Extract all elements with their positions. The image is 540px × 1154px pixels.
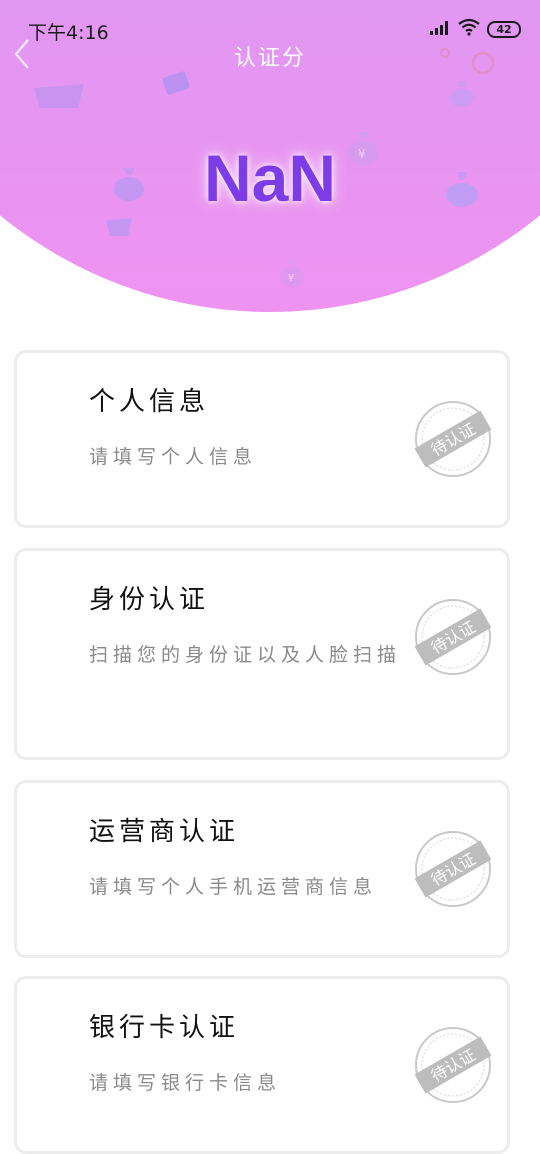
pending-stamp-icon: 待认证 <box>414 1027 492 1103</box>
header: ¥ ¥ 下午4:16 42 认证分 NaN <box>0 0 540 320</box>
svg-text:¥: ¥ <box>288 273 294 284</box>
card-description: 扫描您的身份证以及人脸扫描 <box>89 644 402 666</box>
stamp-label: 待认证 <box>428 419 479 459</box>
card-description: 请填写个人信息 <box>89 446 258 468</box>
card-description: 请填写个人手机运营商信息 <box>89 876 378 898</box>
credit-score: NaN <box>203 141 337 215</box>
signal-icon <box>430 21 448 35</box>
card-title: 个人信息 <box>89 387 210 417</box>
wifi-icon <box>458 18 480 36</box>
card-title: 运营商认证 <box>89 817 240 847</box>
wallet-icon <box>106 218 132 236</box>
page-title: 认证分 <box>233 46 306 71</box>
card-icon <box>162 71 190 95</box>
wallet-icon <box>34 84 84 108</box>
card-personal-info[interactable]: 个人信息 请填写个人信息 待认证 <box>14 350 510 528</box>
money-bag-icon: ¥ <box>280 259 304 287</box>
pending-stamp-icon: 待认证 <box>414 401 492 477</box>
card-title: 身份认证 <box>89 585 210 615</box>
card-carrier[interactable]: 运营商认证 请填写个人手机运营商信息 待认证 <box>14 780 510 958</box>
stamp-label: 待认证 <box>428 617 479 657</box>
card-title: 银行卡认证 <box>89 1013 240 1043</box>
card-identity[interactable]: 身份认证 扫描您的身份证以及人脸扫描 待认证 <box>14 548 510 760</box>
money-bag-icon <box>450 81 474 107</box>
stamp-label: 待认证 <box>428 849 479 889</box>
stamp-label: 待认证 <box>428 1045 479 1085</box>
card-description: 请填写银行卡信息 <box>89 1072 282 1094</box>
pending-stamp-icon: 待认证 <box>414 599 492 675</box>
pending-stamp-icon: 待认证 <box>414 831 492 907</box>
battery-indicator: 42 <box>487 21 521 38</box>
card-bank-card[interactable]: 银行卡认证 请填写银行卡信息 待认证 <box>14 976 510 1154</box>
